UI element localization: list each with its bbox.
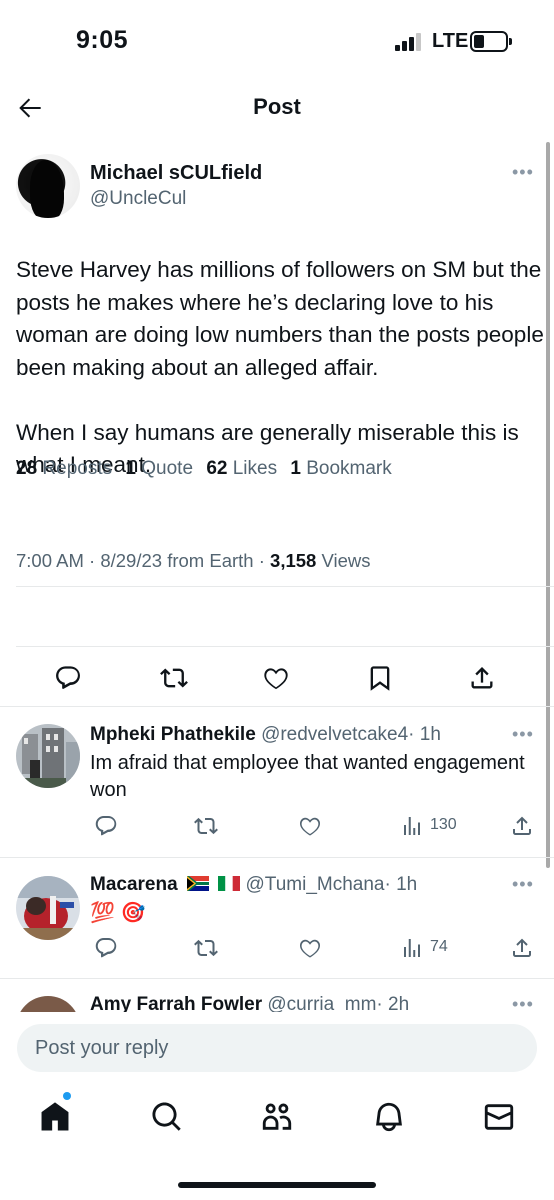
reply-input[interactable]: Post your reply xyxy=(17,1024,537,1072)
views-icon[interactable] xyxy=(400,936,424,960)
status-time: 9:05 xyxy=(76,26,129,54)
page-header: Post xyxy=(0,80,554,136)
reply-time: · 2h xyxy=(376,994,410,1014)
divider xyxy=(16,586,554,587)
reply-actions: 130 xyxy=(0,814,554,844)
post-stats: 28 Reposts 1 Quote 62 Likes 1 Bookmark xyxy=(16,458,392,480)
reply-views-count[interactable]: 74 xyxy=(430,938,448,956)
repost-icon[interactable] xyxy=(194,936,218,960)
author-name[interactable]: Michael sCULfield xyxy=(90,162,262,185)
reply-author-handle[interactable]: @Tumi_Mchana xyxy=(246,874,385,895)
home-badge xyxy=(63,1092,71,1100)
reply-views-count[interactable]: 130 xyxy=(430,816,457,834)
share-icon[interactable] xyxy=(468,664,496,692)
reply-icon[interactable] xyxy=(94,936,118,960)
share-icon[interactable] xyxy=(510,814,534,838)
page-title: Post xyxy=(253,94,301,119)
post-date: 8/29/23 xyxy=(100,550,163,571)
divider xyxy=(0,706,554,707)
reply-icon[interactable] xyxy=(94,814,118,838)
reply-author-handle[interactable]: @curria_mm xyxy=(267,994,376,1014)
reply-author-name[interactable]: Macarena xyxy=(90,874,178,895)
reply-author-name[interactable]: Mpheki Phathekile xyxy=(90,724,256,745)
author-handle[interactable]: @UncleCul xyxy=(90,188,186,210)
reply-header: Macarena @Tumi_Mchana· 1h xyxy=(90,874,417,896)
author-avatar[interactable] xyxy=(16,154,80,218)
quotes-stat[interactable]: 1 Quote xyxy=(125,458,193,479)
bookmarks-stat[interactable]: 1 Bookmark xyxy=(290,458,391,479)
reply-author-handle[interactable]: @redvelvetcake4 xyxy=(261,724,408,745)
reply-header: Amy Farrah Fowler @curria_mm· 2h xyxy=(90,994,409,1014)
network-type: LTE xyxy=(432,30,469,52)
share-icon[interactable] xyxy=(510,936,534,960)
post-actions xyxy=(0,664,554,704)
home-indicator[interactable] xyxy=(178,1182,376,1188)
post-text: Steve Harvey has millions of followers o… xyxy=(16,257,544,477)
divider xyxy=(16,646,554,647)
more-options-icon[interactable]: ••• xyxy=(512,994,534,1014)
reply-time: · 1h xyxy=(408,724,441,745)
bookmark-icon[interactable] xyxy=(366,664,394,692)
views-icon[interactable] xyxy=(400,814,424,838)
italy-flag-icon xyxy=(218,876,241,891)
reply-icon[interactable] xyxy=(54,664,82,692)
repost-icon[interactable] xyxy=(194,814,218,838)
repost-icon[interactable] xyxy=(160,664,188,692)
like-icon[interactable] xyxy=(298,814,322,838)
scrollbar[interactable] xyxy=(546,142,550,868)
more-options-icon[interactable]: ••• xyxy=(512,162,534,183)
like-icon[interactable] xyxy=(262,664,290,692)
reposts-stat[interactable]: 28 Reposts xyxy=(16,458,112,479)
more-options-icon[interactable]: ••• xyxy=(512,874,534,895)
reply-header: Mpheki Phathekile @redvelvetcake4· 1h xyxy=(90,724,441,746)
post-metadata: 7:00 AM · 8/29/23 from Earth · 3,158 Vie… xyxy=(16,550,371,571)
views-count[interactable]: 3,158 xyxy=(270,550,316,571)
messages-icon[interactable] xyxy=(482,1100,516,1134)
communities-icon[interactable] xyxy=(260,1100,294,1134)
reply-author-name[interactable]: Amy Farrah Fowler xyxy=(90,994,262,1014)
views-label: Views xyxy=(321,550,371,571)
more-options-icon[interactable]: ••• xyxy=(512,724,534,745)
status-bar: 9:05 LTE xyxy=(0,0,554,80)
divider xyxy=(0,978,554,979)
notifications-icon[interactable] xyxy=(372,1100,406,1134)
post-source: from Earth xyxy=(167,550,254,571)
divider xyxy=(0,857,554,858)
battery-icon xyxy=(470,31,508,52)
likes-stat[interactable]: 62 Likes xyxy=(206,458,277,479)
cellular-signal-icon xyxy=(395,33,425,51)
search-icon[interactable] xyxy=(150,1100,184,1134)
reply-item[interactable]: Amy Farrah Fowler @curria_mm· 2h ••• xyxy=(0,994,554,1014)
bottom-navigation xyxy=(0,1084,554,1200)
like-icon[interactable] xyxy=(298,936,322,960)
battery-tip xyxy=(509,38,512,45)
reply-placeholder: Post your reply xyxy=(35,1037,169,1059)
reply-avatar[interactable] xyxy=(16,724,80,788)
reply-text: Im afraid that employee that wanted enga… xyxy=(90,752,525,801)
post-time: 7:00 AM xyxy=(16,550,84,571)
reply-time: · 1h xyxy=(384,874,418,895)
reply-avatar[interactable] xyxy=(16,876,80,940)
reply-actions: 74 xyxy=(0,936,554,966)
home-icon[interactable] xyxy=(38,1100,72,1134)
south-africa-flag-icon xyxy=(186,876,209,891)
reply-text: 💯 🎯 xyxy=(90,902,146,924)
